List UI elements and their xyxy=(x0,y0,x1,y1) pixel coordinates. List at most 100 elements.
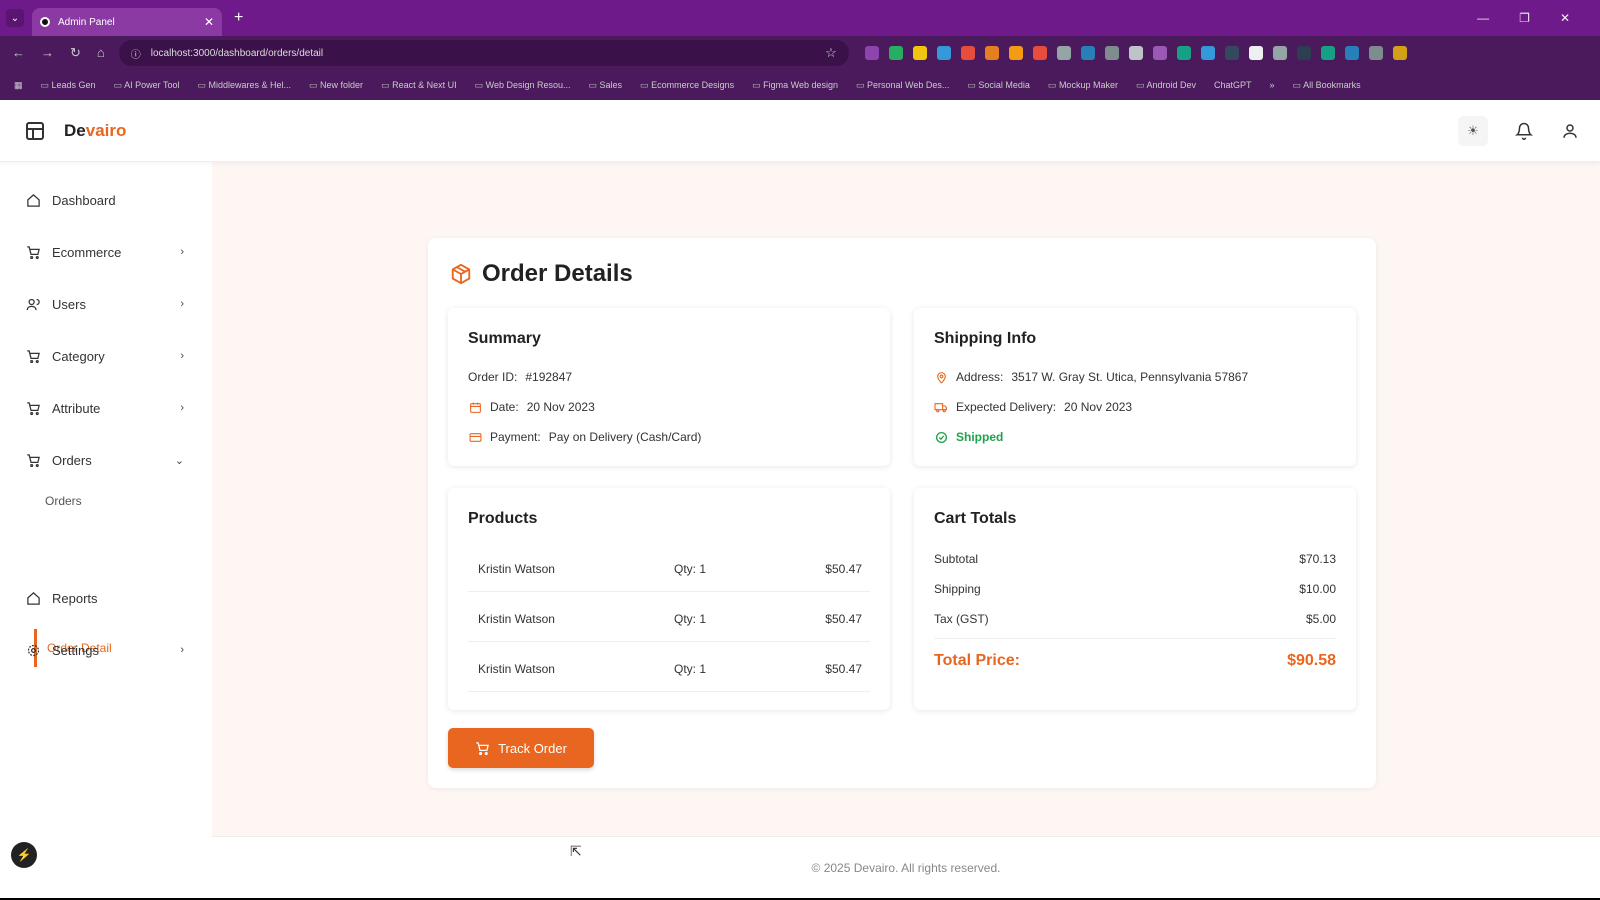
bell-icon[interactable] xyxy=(1514,121,1534,141)
address-label: Address: xyxy=(956,370,1004,384)
window-close-button[interactable]: ✕ xyxy=(1560,11,1570,25)
bookmark-item[interactable]: Android Dev xyxy=(1136,80,1196,91)
extension-icon[interactable] xyxy=(936,46,951,60)
summary-panel: Summary Order ID: #192847 Date: 20 Nov 2… xyxy=(448,308,890,466)
extension-icon[interactable] xyxy=(1320,46,1335,60)
extension-icon[interactable] xyxy=(1104,46,1119,60)
extension-icon[interactable] xyxy=(1056,46,1071,60)
extension-icon[interactable] xyxy=(960,46,975,60)
bookmark-item[interactable]: All Bookmarks xyxy=(1293,80,1361,91)
extension-icon[interactable] xyxy=(1296,46,1311,60)
extension-icon[interactable] xyxy=(864,46,879,60)
bookmark-item[interactable]: Web Design Resou... xyxy=(475,80,571,91)
sidebar-item-reports[interactable]: Reports xyxy=(24,586,184,610)
extension-icon[interactable] xyxy=(1368,46,1383,60)
minimize-button[interactable]: — xyxy=(1477,11,1489,25)
payment-row: Payment: Pay on Delivery (Cash/Card) xyxy=(468,430,701,444)
gear-icon xyxy=(24,641,42,659)
sidebar-item-users[interactable]: Users › xyxy=(24,292,184,316)
forward-icon[interactable]: → xyxy=(41,45,54,61)
extension-icon[interactable] xyxy=(1200,46,1215,60)
product-price: $50.47 xyxy=(825,561,862,576)
extension-icon[interactable] xyxy=(984,46,999,60)
package-icon xyxy=(451,263,471,285)
bookmark-item[interactable]: ChatGPT xyxy=(1214,80,1252,90)
chevron-right-icon: › xyxy=(180,644,184,656)
bookmark-item[interactable]: Middlewares & Hel... xyxy=(197,80,291,91)
sidebar-item-label: Dashboard xyxy=(52,192,116,208)
bookmark-item[interactable]: Social Media xyxy=(967,80,1030,91)
sidebar-item-dashboard[interactable]: Dashboard xyxy=(24,188,184,212)
new-tab-button[interactable]: + xyxy=(234,9,243,27)
bookmark-item[interactable]: AI Power Tool xyxy=(114,80,179,91)
track-order-label: Track Order xyxy=(498,740,567,756)
delivery-label: Expected Delivery: xyxy=(956,400,1057,414)
theme-toggle-sun-icon[interactable]: ☀ xyxy=(1458,115,1488,146)
extension-icon[interactable] xyxy=(1032,46,1047,60)
address-value: 3517 W. Gray St. Utica, Pennsylvania 578… xyxy=(1011,370,1249,384)
more-bookmarks-icon[interactable]: » xyxy=(1270,80,1275,90)
extension-icon[interactable] xyxy=(1344,46,1359,60)
back-icon[interactable]: ← xyxy=(12,45,25,61)
product-row: Kristin Watson Qty: 1 $50.47 xyxy=(468,646,870,692)
bookmark-item[interactable]: Sales xyxy=(589,80,623,91)
cart-icon xyxy=(24,451,42,469)
extension-icon[interactable] xyxy=(1152,46,1167,60)
extension-icon[interactable] xyxy=(1224,46,1239,60)
extension-icon[interactable] xyxy=(1080,46,1095,60)
floating-action-icon[interactable]: ⚡ xyxy=(11,842,37,868)
extension-icon[interactable] xyxy=(1272,46,1287,60)
reload-icon[interactable]: ↻ xyxy=(70,45,81,61)
bookmark-star-icon[interactable]: ☆ xyxy=(825,45,837,61)
page-title-text: Order Details xyxy=(482,260,633,287)
order-id-row: Order ID: #192847 xyxy=(468,370,572,384)
sidebar-toggle-icon[interactable] xyxy=(26,121,44,140)
extension-icon[interactable] xyxy=(1008,46,1023,60)
product-price: $50.47 xyxy=(825,661,862,676)
bookmark-item[interactable]: Mockup Maker xyxy=(1048,80,1118,91)
date-row: Date: 20 Nov 2023 xyxy=(468,400,595,414)
home-icon[interactable]: ⌂ xyxy=(97,45,105,61)
product-name: Kristin Watson xyxy=(478,611,555,626)
bookmark-item[interactable]: Leads Gen xyxy=(41,80,96,91)
shipping-heading: Shipping Info xyxy=(934,330,1037,347)
bookmark-item[interactable]: Figma Web design xyxy=(752,80,838,91)
browser-tab[interactable]: Admin Panel ✕ xyxy=(32,8,222,36)
apps-icon[interactable]: ▦ xyxy=(14,80,23,91)
order-id-value: #192847 xyxy=(525,370,573,384)
sidebar-item-attribute[interactable]: Attribute › xyxy=(24,396,184,420)
footer: © 2025 Devairo. All rights reserved. xyxy=(212,836,1600,898)
sidebar-item-orders[interactable]: Orders ⌄ xyxy=(24,448,184,472)
chevron-right-icon: › xyxy=(180,350,184,362)
product-qty: Qty: 1 xyxy=(674,611,707,626)
sidebar-item-settings[interactable]: Settings › xyxy=(24,638,184,662)
tab-search-button[interactable]: ⌄ xyxy=(6,9,24,27)
brand-logo[interactable]: Devairo xyxy=(64,121,126,141)
product-qty: Qty: 1 xyxy=(674,661,707,676)
bookmarks-bar: ▦ Leads Gen AI Power Tool Middlewares & … xyxy=(0,70,1600,100)
extension-icon[interactable] xyxy=(1248,46,1263,60)
site-info-icon[interactable]: ⓘ xyxy=(131,46,141,61)
restore-button[interactable]: ❐ xyxy=(1519,11,1530,25)
url-input[interactable]: ⓘ localhost:3000/dashboard/orders/detail… xyxy=(118,40,849,66)
user-icon[interactable] xyxy=(1560,121,1580,141)
chevron-down-icon: ⌄ xyxy=(174,454,184,467)
home-icon xyxy=(24,191,42,209)
extension-icon[interactable] xyxy=(1392,46,1407,60)
brand-prefix: De xyxy=(64,120,86,140)
extension-icon[interactable] xyxy=(1128,46,1143,60)
extension-icon[interactable] xyxy=(1176,46,1191,60)
track-order-button[interactable]: Track Order xyxy=(448,728,594,768)
sidebar-subitem-orders[interactable]: Orders xyxy=(45,494,82,508)
bookmark-item[interactable]: Personal Web Des... xyxy=(856,80,949,91)
extension-icon[interactable] xyxy=(912,46,927,60)
extension-icon[interactable] xyxy=(888,46,903,60)
tab-close-icon[interactable]: ✕ xyxy=(204,15,214,29)
bookmark-item[interactable]: New folder xyxy=(309,80,363,91)
shipping-cost-label: Shipping xyxy=(934,582,981,596)
bookmark-item[interactable]: Ecommerce Designs xyxy=(640,80,734,91)
sidebar-item-ecommerce[interactable]: Ecommerce › xyxy=(24,240,184,264)
bookmark-item[interactable]: React & Next UI xyxy=(381,80,457,91)
total-price-row: Total Price: $90.58 xyxy=(934,652,1336,670)
sidebar-item-category[interactable]: Category › xyxy=(24,344,184,368)
